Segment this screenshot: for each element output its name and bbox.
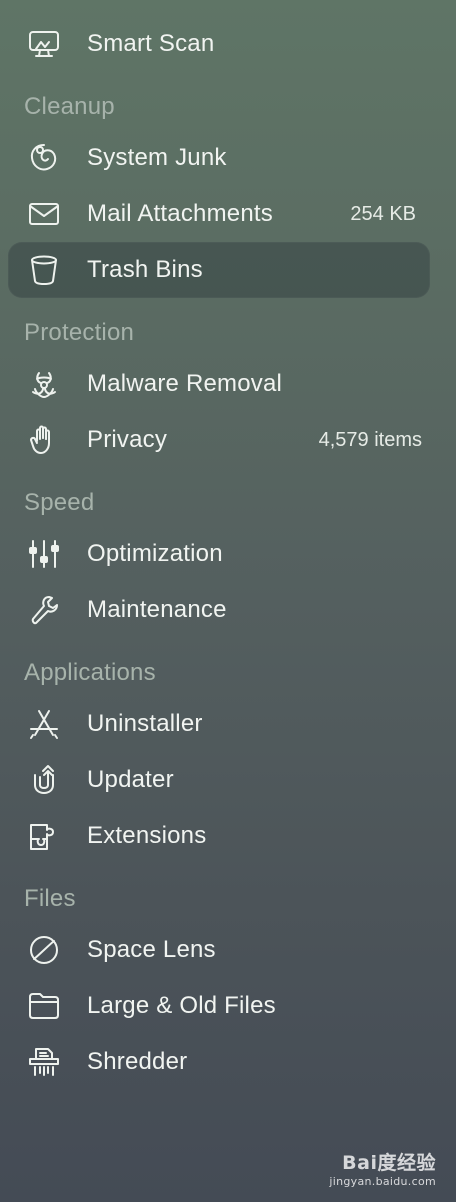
sidebar-item-malware-removal[interactable]: Malware Removal bbox=[8, 356, 430, 412]
wrench-icon bbox=[24, 594, 64, 626]
swirl-icon bbox=[24, 142, 64, 174]
privacy-items-count: 4,579 items bbox=[318, 429, 422, 451]
watermark-url: jingyan.baidu.com bbox=[329, 1175, 436, 1188]
sidebar-item-trash-bins[interactable]: Trash Bins bbox=[8, 242, 430, 298]
sidebar-item-label: Smart Scan bbox=[87, 30, 215, 57]
section-title-applications: Applications bbox=[24, 659, 156, 686]
sidebar-item-uninstaller[interactable]: Uninstaller bbox=[8, 696, 430, 752]
shredder-icon bbox=[24, 1046, 64, 1078]
sidebar-item-optimization[interactable]: Optimization bbox=[8, 526, 430, 582]
sidebar-item-system-junk[interactable]: System Junk bbox=[8, 130, 430, 186]
sidebar-item-extensions[interactable]: Extensions bbox=[8, 808, 430, 864]
section-title-files: Files bbox=[24, 885, 76, 912]
sidebar-item-label: Large & Old Files bbox=[87, 992, 276, 1019]
sidebar-item-label: Uninstaller bbox=[87, 710, 203, 737]
sidebar: Smart Scan Cleanup System Junk Mail Atta… bbox=[0, 0, 456, 1202]
trash-bin-icon bbox=[24, 254, 64, 286]
sidebar-item-label: Updater bbox=[87, 766, 174, 793]
folder-icon bbox=[24, 990, 64, 1022]
hand-icon bbox=[24, 424, 64, 456]
sidebar-item-updater[interactable]: Updater bbox=[8, 752, 430, 808]
sidebar-item-privacy[interactable]: Privacy 4,579 items bbox=[8, 412, 430, 468]
biohazard-icon bbox=[24, 368, 64, 400]
sidebar-item-label: Mail Attachments bbox=[87, 200, 273, 227]
sidebar-item-mail-attachments[interactable]: Mail Attachments 254 KB bbox=[8, 186, 430, 242]
sliders-icon bbox=[24, 538, 64, 570]
sidebar-item-maintenance[interactable]: Maintenance bbox=[8, 582, 430, 638]
sidebar-item-space-lens[interactable]: Space Lens bbox=[8, 922, 430, 978]
sidebar-item-shredder[interactable]: Shredder bbox=[8, 1034, 430, 1090]
sidebar-item-label: Extensions bbox=[87, 822, 207, 849]
section-title-speed: Speed bbox=[24, 489, 95, 516]
watermark-logo: Bai度经验 bbox=[342, 1152, 436, 1174]
sidebar-item-label: System Junk bbox=[87, 144, 227, 171]
section-title-cleanup: Cleanup bbox=[24, 93, 115, 120]
sidebar-item-label: Optimization bbox=[87, 540, 223, 567]
app-store-icon bbox=[24, 708, 64, 740]
sidebar-item-label: Maintenance bbox=[87, 596, 227, 623]
sidebar-item-smart-scan[interactable]: Smart Scan bbox=[8, 16, 430, 72]
section-title-protection: Protection bbox=[24, 319, 135, 346]
planet-icon bbox=[24, 934, 64, 966]
monitor-icon bbox=[24, 28, 64, 60]
sidebar-item-large-old-files[interactable]: Large & Old Files bbox=[8, 978, 430, 1034]
sidebar-item-label: Privacy bbox=[87, 426, 168, 453]
watermark: Bai度经验 jingyan.baidu.com bbox=[329, 1148, 436, 1188]
sidebar-item-label: Trash Bins bbox=[87, 256, 203, 283]
sidebar-item-label: Malware Removal bbox=[87, 370, 283, 397]
puzzle-icon bbox=[24, 820, 64, 852]
sidebar-item-label: Space Lens bbox=[87, 936, 216, 963]
envelope-icon bbox=[24, 198, 64, 230]
update-arrow-icon bbox=[24, 764, 64, 796]
sidebar-item-label: Shredder bbox=[87, 1048, 188, 1075]
attachment-size: 254 KB bbox=[350, 203, 416, 225]
